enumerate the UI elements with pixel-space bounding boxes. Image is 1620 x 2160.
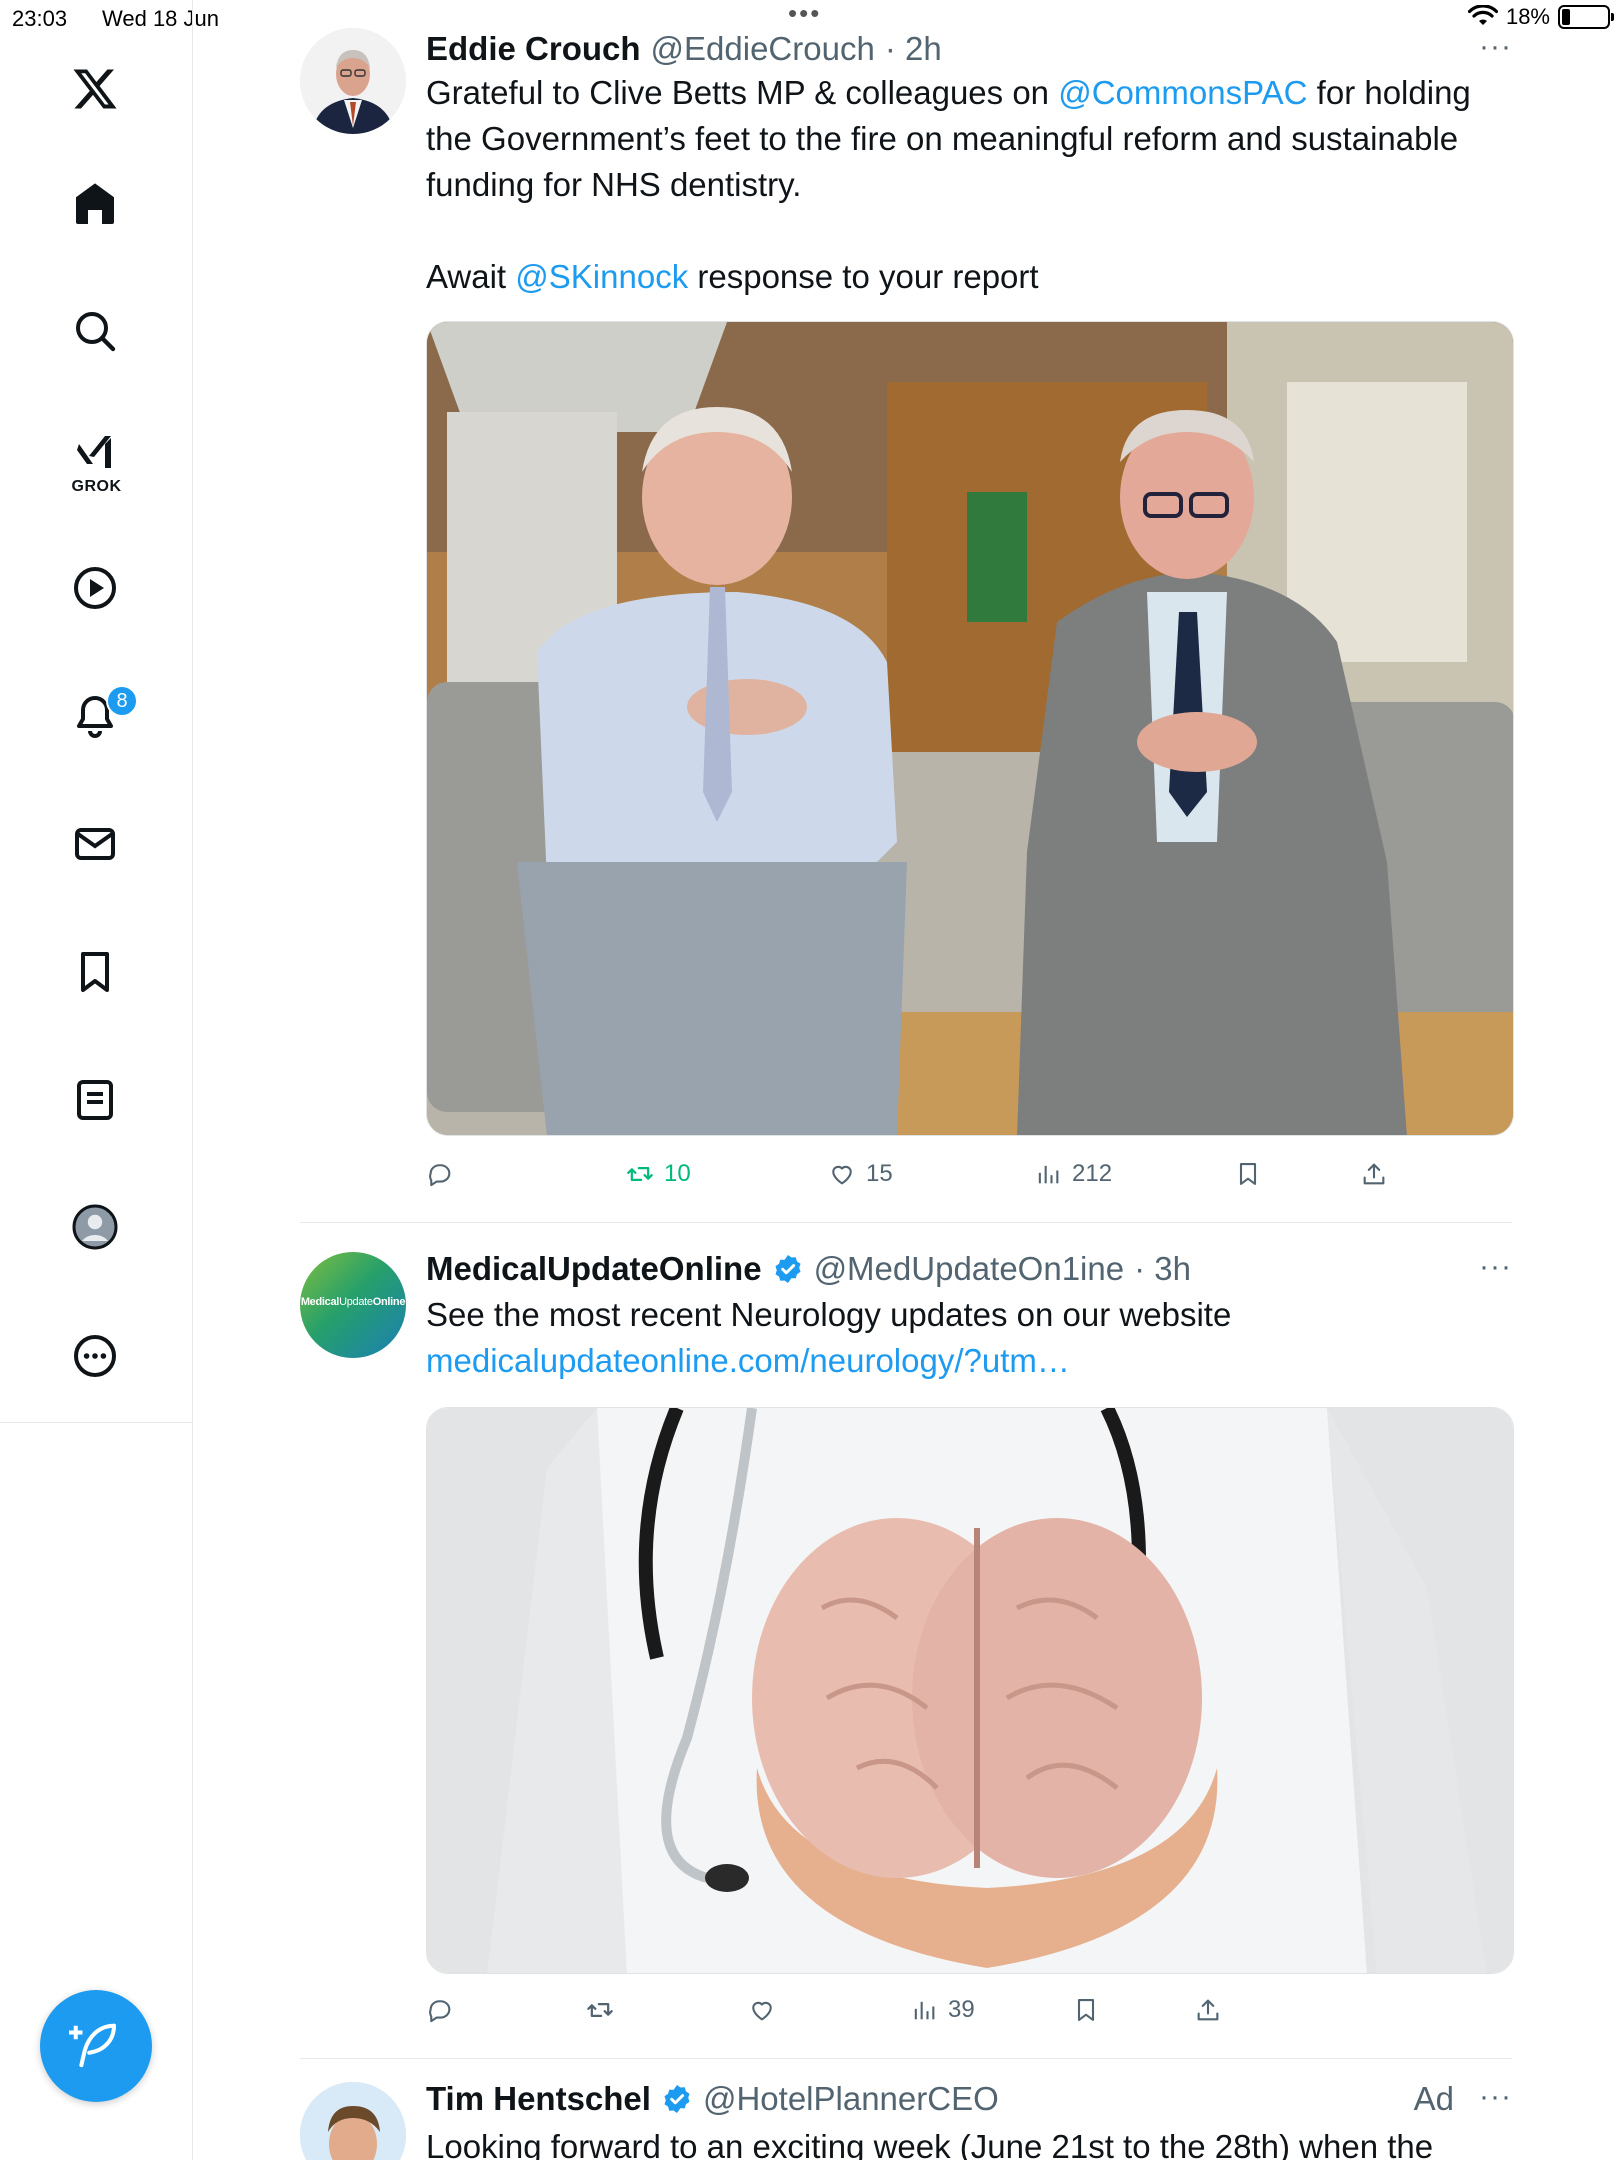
tweet-time[interactable]: · 2h <box>885 30 942 68</box>
sidebar: GROK 8 <box>0 0 193 2160</box>
views-button[interactable]: 212 <box>1034 1160 1112 1188</box>
avatar-text-c: Online <box>372 1296 406 1308</box>
like-button[interactable] <box>748 1996 776 2024</box>
retweet-icon <box>587 2003 613 2017</box>
author-handle[interactable]: @EddieCrouch <box>651 30 875 68</box>
tweet-time[interactable]: · 3h <box>1134 1250 1191 1288</box>
like-button[interactable]: 15 <box>828 1160 893 1188</box>
analytics-icon <box>1038 1165 1059 1184</box>
author-name[interactable]: Tim Hentschel <box>426 2080 651 2118</box>
share-button[interactable] <box>1194 1996 1222 2024</box>
tweet-text-line: See the most recent Neurology updates on… <box>426 1296 1232 1333</box>
grok-icon[interactable] <box>66 423 124 481</box>
analytics-icon <box>914 2001 935 2020</box>
ad-label: Ad <box>1413 2080 1454 2117</box>
tweet-photo[interactable] <box>426 321 1514 1136</box>
external-link[interactable]: medicalupdateonline.com/neurology/?utm… <box>426 1338 1516 1384</box>
author-name[interactable]: Eddie Crouch <box>426 30 641 68</box>
heart-icon <box>752 2001 772 2021</box>
avatar-text-b: Update <box>339 1296 373 1308</box>
bookmark-button[interactable] <box>1234 1160 1262 1188</box>
like-count: 15 <box>866 1160 893 1187</box>
tweet-medicalupdateonline[interactable]: MedicalUpdateOnline MedicalUpdateOnline … <box>300 1250 1514 2050</box>
views-button[interactable]: 39 <box>910 1996 975 2024</box>
share-icon <box>1197 1999 1219 2021</box>
search-icon[interactable] <box>66 302 124 360</box>
avatar-wordmark: MedicalUpdateOnline <box>300 1296 406 1308</box>
author-handle[interactable]: @HotelPlannerCEO <box>703 2080 999 2118</box>
tweet-eddie-crouch[interactable]: Eddie Crouch @EddieCrouch · 2h ··· Grate… <box>300 26 1514 1226</box>
retweet-icon <box>627 1167 653 1181</box>
sidebar-divider <box>0 1422 193 1423</box>
grok-label: GROK <box>71 478 122 495</box>
tweet-actions: 10 15 212 <box>426 1160 1426 1200</box>
reply-button[interactable] <box>426 1996 454 2024</box>
tweet-text: See the most recent Neurology updates on… <box>426 1292 1516 1384</box>
tweet-header: MedicalUpdateOnline @MedUpdateOn1ine · 3… <box>426 1250 1191 1288</box>
bookmark-button[interactable] <box>1072 1996 1100 2024</box>
retweet-button[interactable]: 10 <box>626 1160 691 1188</box>
profile-icon[interactable] <box>66 1198 124 1256</box>
verified-badge-icon <box>775 1255 801 1283</box>
reply-icon <box>429 2000 451 2023</box>
reply-button[interactable] <box>426 1160 454 1188</box>
tweet-text-part: Grateful to Clive Betts MP & colleagues … <box>426 74 1059 111</box>
compose-button[interactable] <box>40 1990 152 2102</box>
bookmark-icon[interactable] <box>66 943 124 1001</box>
bookmark-icon <box>1077 1999 1095 2021</box>
avatar[interactable] <box>300 2082 406 2160</box>
play-icon[interactable] <box>66 559 124 617</box>
notification-badge: 8 <box>106 685 138 717</box>
battery-percent: 18% <box>1505 4 1550 29</box>
x-logo-icon[interactable] <box>66 60 124 118</box>
more-options-icon[interactable]: ··· <box>1479 2080 1512 2114</box>
share-button[interactable] <box>1360 1160 1388 1188</box>
author-name[interactable]: MedicalUpdateOnline <box>426 1250 762 1288</box>
more-options-icon[interactable]: ··· <box>1479 30 1512 64</box>
mail-icon[interactable] <box>66 815 124 873</box>
mention-link[interactable]: @CommonsPAC <box>1058 74 1307 111</box>
more-options-icon[interactable]: ··· <box>1479 1250 1512 1284</box>
view-count: 212 <box>1072 1160 1113 1187</box>
tweet-tim-hentschel-ad[interactable]: Tim Hentschel @HotelPlannerCEO Ad ··· Lo… <box>300 2080 1512 2160</box>
list-icon[interactable] <box>66 1071 124 1129</box>
tweet-text: Looking forward to an exciting week (Jun… <box>426 2128 1434 2160</box>
reply-icon <box>429 1164 451 1187</box>
home-icon[interactable] <box>66 175 124 233</box>
tweet-header: Tim Hentschel @HotelPlannerCEO <box>426 2080 999 2118</box>
avatar-text-a: Medical <box>300 1296 340 1308</box>
tweet-photo[interactable] <box>426 1407 1514 1974</box>
tweet-text-part: response to your report <box>688 258 1039 295</box>
more-circle-icon[interactable] <box>66 1327 124 1385</box>
battery-icon <box>1558 5 1614 29</box>
author-handle[interactable]: @MedUpdateOn1ine <box>814 1250 1125 1288</box>
tweet-divider <box>300 1222 1512 1223</box>
tweet-text: Grateful to Clive Betts MP & colleagues … <box>426 70 1516 300</box>
verified-badge-icon <box>664 2085 690 2113</box>
tweet-header: Eddie Crouch @EddieCrouch · 2h <box>426 30 942 68</box>
compose-feather-icon <box>69 2023 117 2068</box>
share-icon <box>1363 1163 1385 1185</box>
avatar[interactable] <box>300 28 406 134</box>
retweet-button[interactable] <box>586 1996 614 2024</box>
view-count: 39 <box>948 1996 975 2023</box>
heart-icon <box>832 1165 852 1185</box>
tweet-text-part: Await <box>426 258 516 295</box>
avatar[interactable]: MedicalUpdateOnline <box>300 1252 406 1358</box>
retweet-count: 10 <box>664 1160 691 1187</box>
mention-link[interactable]: @SKinnock <box>515 258 688 295</box>
tweet-divider <box>300 2058 1512 2059</box>
multitasking-dots-icon[interactable]: ••• <box>788 0 821 26</box>
bookmark-icon <box>1239 1163 1257 1185</box>
tweet-actions: 39 <box>426 1996 1426 2036</box>
